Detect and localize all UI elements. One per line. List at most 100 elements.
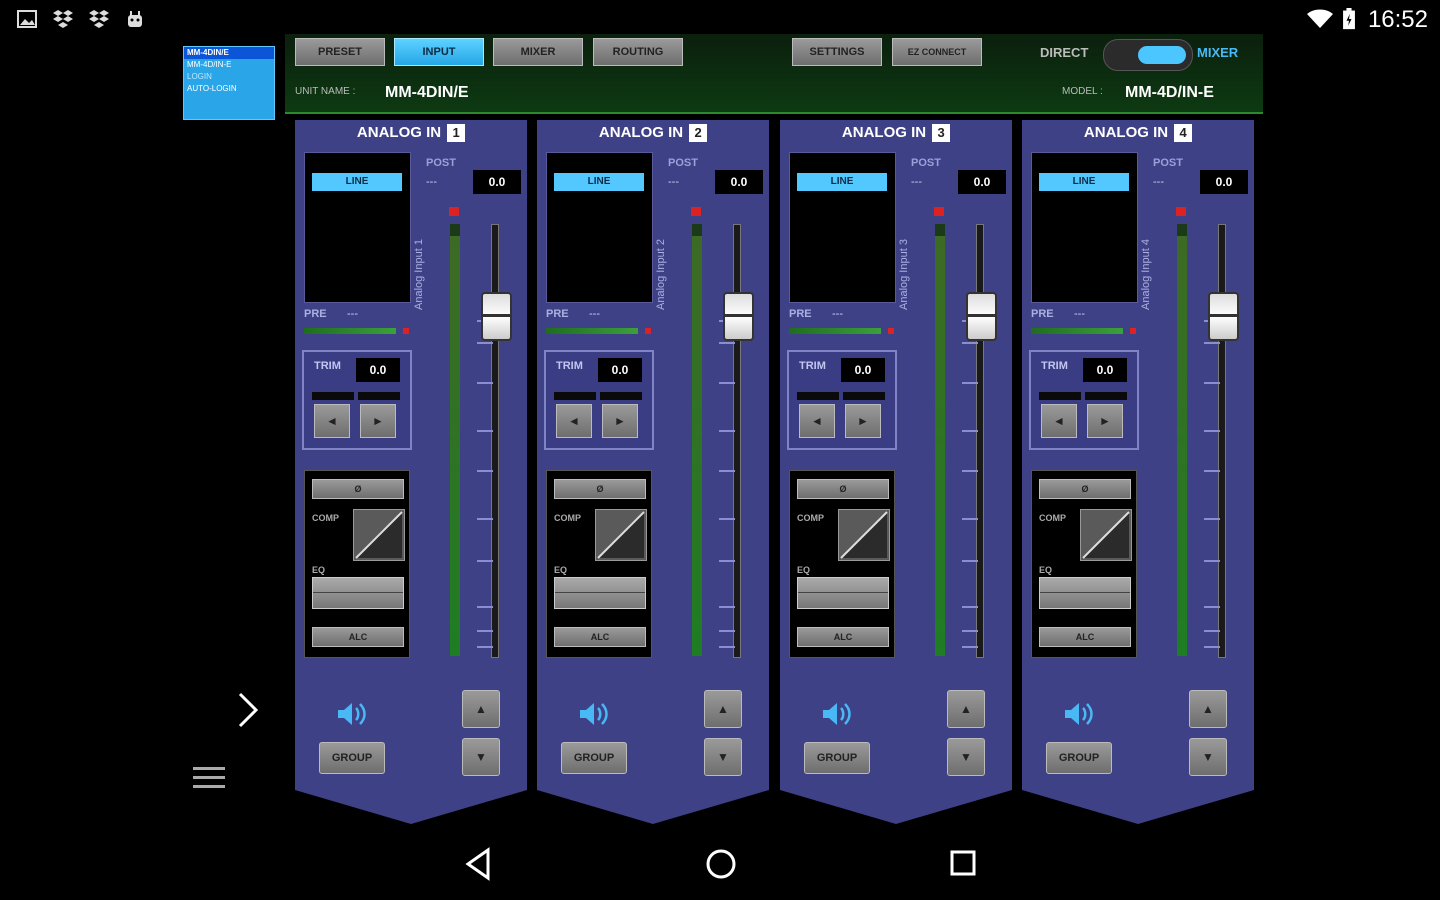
fader-track[interactable]: [1218, 224, 1226, 658]
eq-graph[interactable]: [554, 577, 646, 609]
eq-graph[interactable]: [312, 577, 404, 609]
input-selector[interactable]: LINE: [789, 152, 896, 303]
phase-button[interactable]: Ø: [797, 479, 889, 499]
group-button[interactable]: GROUP: [319, 742, 385, 774]
channel-title: ANALOG IN 1: [295, 124, 527, 142]
unit-item[interactable]: LOGIN: [184, 71, 274, 83]
trim-bar-right: [358, 392, 400, 400]
group-button[interactable]: GROUP: [804, 742, 870, 774]
unit-item[interactable]: AUTO-LOGIN: [184, 83, 274, 95]
group-button[interactable]: GROUP: [1046, 742, 1112, 774]
fader-value: 0.0: [1200, 170, 1248, 194]
chevron-right-icon[interactable]: [236, 692, 260, 728]
trim-decrease-button[interactable]: ◄: [1041, 404, 1077, 438]
fader-handle[interactable]: [723, 292, 754, 341]
tab-input[interactable]: INPUT: [394, 38, 484, 66]
trim-increase-button[interactable]: ►: [602, 404, 638, 438]
fader-up-button[interactable]: ▲: [704, 690, 742, 728]
phase-button[interactable]: Ø: [554, 479, 646, 499]
home-icon[interactable]: [704, 844, 738, 884]
input-selector[interactable]: LINE: [1031, 152, 1138, 303]
comp-label: COMP: [312, 513, 339, 523]
post-value: ---: [911, 176, 922, 188]
trim-decrease-button[interactable]: ◄: [799, 404, 835, 438]
alc-button[interactable]: ALC: [554, 627, 646, 647]
comp-label: COMP: [1039, 513, 1066, 523]
fader-scale-tick: [477, 342, 493, 345]
unit-item[interactable]: MM-4D/IN-E: [184, 59, 274, 71]
comp-curve-icon: [1082, 511, 1130, 559]
speaker-icon[interactable]: [821, 700, 851, 728]
effects-box: Ø COMP EQ ALC: [546, 470, 652, 658]
input-selector[interactable]: LINE: [304, 152, 411, 303]
line-button[interactable]: LINE: [797, 173, 887, 191]
post-value: ---: [426, 176, 437, 188]
alc-button[interactable]: ALC: [797, 627, 889, 647]
fader-scale-tick: [477, 470, 493, 473]
unit-item[interactable]: MM-4DIN/E: [184, 47, 274, 59]
fader-up-button[interactable]: ▲: [947, 690, 985, 728]
fader-scale-tick: [477, 518, 493, 521]
fader-handle[interactable]: [966, 292, 997, 341]
line-button[interactable]: LINE: [312, 173, 402, 191]
comp-graph[interactable]: [1080, 509, 1132, 561]
speaker-icon[interactable]: [578, 700, 608, 728]
fader-scale-tick: [962, 470, 978, 473]
fader-down-button[interactable]: ▼: [947, 738, 985, 776]
tab-mixer[interactable]: MIXER: [493, 38, 583, 66]
tab-routing[interactable]: ROUTING: [593, 38, 683, 66]
mode-toggle[interactable]: [1103, 39, 1193, 71]
phase-button[interactable]: Ø: [312, 479, 404, 499]
pre-clip-indicator: [403, 328, 409, 334]
channel-vertical-label: Analog Input 3: [898, 239, 910, 310]
fader-track[interactable]: [976, 224, 984, 658]
eq-graph[interactable]: [797, 577, 889, 609]
menu-icon[interactable]: [193, 765, 225, 791]
fader-handle[interactable]: [481, 292, 512, 341]
fader-up-button[interactable]: ▲: [1189, 690, 1227, 728]
fader-down-button[interactable]: ▼: [704, 738, 742, 776]
fader-down-button[interactable]: ▼: [1189, 738, 1227, 776]
level-meter: [692, 224, 702, 656]
comp-label: COMP: [554, 513, 581, 523]
fader-down-button[interactable]: ▼: [462, 738, 500, 776]
level-meter: [450, 224, 460, 656]
fader-value: 0.0: [958, 170, 1006, 194]
back-icon[interactable]: [464, 844, 492, 884]
fader-track[interactable]: [733, 224, 741, 658]
channel-title-text: ANALOG IN: [356, 124, 442, 141]
fader-up-button[interactable]: ▲: [462, 690, 500, 728]
trim-increase-button[interactable]: ►: [845, 404, 881, 438]
unit-list[interactable]: MM-4DIN/E MM-4D/IN-E LOGIN AUTO-LOGIN: [183, 46, 275, 120]
fader-track[interactable]: [491, 224, 499, 658]
fader-handle[interactable]: [1208, 292, 1239, 341]
alc-button[interactable]: ALC: [1039, 627, 1131, 647]
trim-increase-button[interactable]: ►: [360, 404, 396, 438]
trim-value: 0.0: [1083, 358, 1127, 382]
comp-graph[interactable]: [353, 509, 405, 561]
input-selector[interactable]: LINE: [546, 152, 653, 303]
level-meter-fill: [450, 236, 460, 656]
channel-number: 3: [932, 124, 951, 142]
settings-button[interactable]: SETTINGS: [792, 38, 882, 66]
recents-icon[interactable]: [948, 844, 978, 884]
comp-graph[interactable]: [595, 509, 647, 561]
alc-button[interactable]: ALC: [312, 627, 404, 647]
line-button[interactable]: LINE: [554, 173, 644, 191]
ez-connect-button[interactable]: EZ CONNECT: [892, 38, 982, 66]
trim-decrease-button[interactable]: ◄: [556, 404, 592, 438]
comp-graph[interactable]: [838, 509, 890, 561]
comp-curve-icon: [840, 511, 888, 559]
trim-increase-button[interactable]: ►: [1087, 404, 1123, 438]
group-button[interactable]: GROUP: [561, 742, 627, 774]
speaker-icon[interactable]: [336, 700, 366, 728]
fader-scale-tick: [1204, 518, 1220, 521]
tab-preset[interactable]: PRESET: [295, 38, 385, 66]
eq-graph[interactable]: [1039, 577, 1131, 609]
trim-box: TRIM 0.0 ◄ ►: [544, 350, 654, 450]
trim-decrease-button[interactable]: ◄: [314, 404, 350, 438]
speaker-icon[interactable]: [1063, 700, 1093, 728]
unit-name-value: MM-4DIN/E: [385, 84, 469, 101]
line-button[interactable]: LINE: [1039, 173, 1129, 191]
phase-button[interactable]: Ø: [1039, 479, 1131, 499]
